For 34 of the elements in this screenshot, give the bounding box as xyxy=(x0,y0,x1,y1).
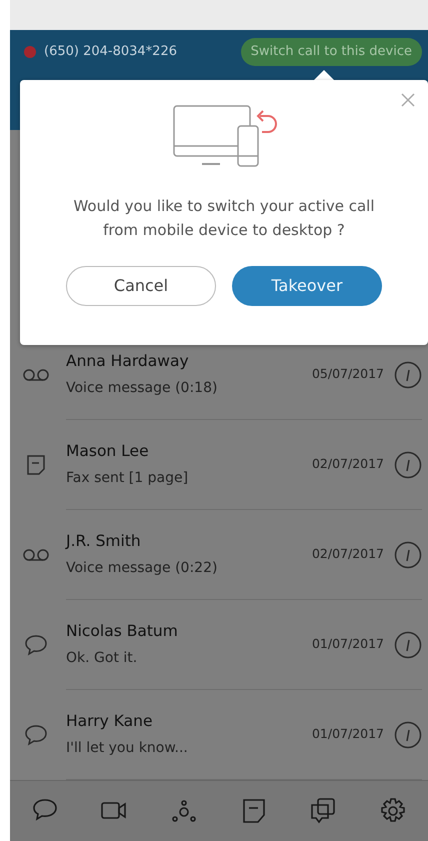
close-icon[interactable] xyxy=(400,92,416,108)
message-date: 01/07/2017 xyxy=(312,635,384,654)
message-preview: Ok. Got it. xyxy=(66,648,138,668)
info-icon[interactable] xyxy=(394,540,422,568)
phone-number: (650) 204-8034*226 xyxy=(44,43,177,61)
chat-windows-icon[interactable] xyxy=(309,797,338,825)
contact-name: J.R. Smith xyxy=(66,531,142,552)
list-item[interactable]: Nicolas Batum Ok. Got it. 01/07/2017 xyxy=(10,600,428,690)
message-preview: I'll let you know... xyxy=(66,738,189,758)
contact-name: Mason Lee xyxy=(66,441,150,462)
info-icon[interactable] xyxy=(394,360,422,388)
status-dot xyxy=(24,46,36,58)
info-icon[interactable] xyxy=(394,720,422,748)
message-date: 01/07/2017 xyxy=(312,725,384,744)
cancel-button[interactable]: Cancel xyxy=(66,266,216,306)
message-date: 02/07/2017 xyxy=(312,455,384,474)
contact-name: Anna Hardaway xyxy=(66,351,190,372)
message-preview: Voice message (0:18) xyxy=(66,378,218,398)
dialog-message: Would you like to switch your active call from mobile device to desktop ? xyxy=(72,196,376,241)
takeover-button[interactable]: Takeover xyxy=(232,266,382,306)
voicemail-icon xyxy=(22,548,50,562)
voicemail-icon xyxy=(22,368,50,382)
list-item[interactable]: J.R. Smith Voice message (0:22) 02/07/2017 xyxy=(10,510,428,600)
switch-call-button[interactable]: Switch call to this device xyxy=(240,38,422,66)
info-icon[interactable] xyxy=(394,630,422,658)
list-item[interactable]: Mason Lee Fax sent [1 page] 02/07/2017 xyxy=(10,420,428,510)
contact-name: Nicolas Batum xyxy=(66,621,179,642)
message-date: 05/07/2017 xyxy=(312,365,384,384)
message-preview: Voice message (0:22) xyxy=(66,558,218,578)
message-date: 02/07/2017 xyxy=(312,545,384,564)
info-icon[interactable] xyxy=(394,450,422,478)
contact-name: Harry Kane xyxy=(66,711,154,732)
settings-icon[interactable] xyxy=(379,797,408,825)
message-preview: Fax sent [1 page] xyxy=(66,468,190,488)
